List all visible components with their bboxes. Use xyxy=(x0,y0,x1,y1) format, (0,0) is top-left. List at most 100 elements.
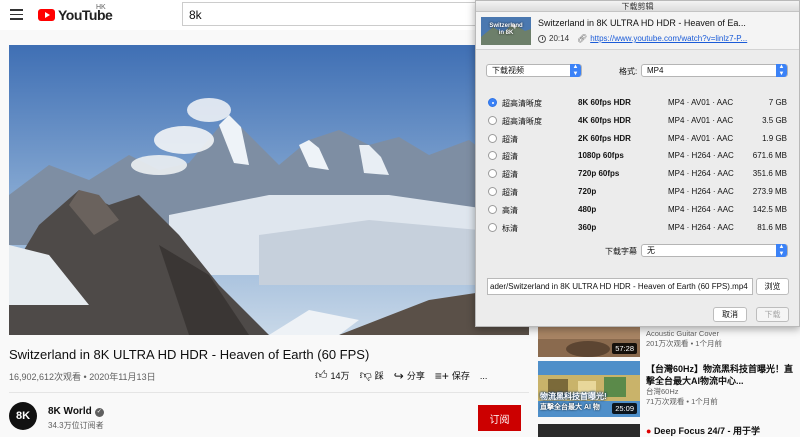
format-radio[interactable] xyxy=(488,133,497,143)
rec-title: ● Deep Focus 24/7 - 用于学 xyxy=(646,426,760,436)
subscribe-button[interactable]: 订阅 xyxy=(478,405,521,431)
search-input[interactable]: 8k xyxy=(182,2,482,26)
format-codec: MP4 · H264 · AAC xyxy=(668,187,734,196)
channel-avatar[interactable]: 8K xyxy=(9,402,37,430)
format-radio[interactable] xyxy=(488,151,497,161)
dialog-thumbnail-label: Switzerland in 8K xyxy=(489,23,523,36)
format-resolution: 4K 60fps HDR xyxy=(578,115,631,125)
more-actions-button[interactable]: ... xyxy=(480,371,488,381)
format-resolution: 8K 60fps HDR xyxy=(578,98,631,107)
format-codec: MP4 · H264 · AAC xyxy=(668,151,734,161)
format-codec: MP4 · AV01 · AAC xyxy=(668,115,734,125)
format-quality: 高清 xyxy=(502,205,518,215)
format-option-row[interactable]: 超清 1080p 60fps MP4 · H264 · AAC 671.6 MB xyxy=(488,147,793,165)
format-size: 142.5 MB xyxy=(752,204,787,214)
more-icon: ... xyxy=(479,370,488,381)
like-button[interactable]: 👍︎ 14万 xyxy=(315,368,350,383)
hamburger-menu-icon[interactable] xyxy=(10,9,23,20)
dialog-video-title: Switzerland in 8K ULTRA HD HDR - Heaven … xyxy=(538,18,746,28)
thumbs-up-icon: 👍︎ xyxy=(315,368,328,382)
video-frame-mountains xyxy=(9,45,529,335)
dialog-video-thumbnail: Switzerland in 8K xyxy=(481,17,531,45)
format-value: MP4 xyxy=(647,66,664,75)
format-quality: 超清 xyxy=(502,152,518,162)
rec-thumb-text: 物流黑科技首曝光! xyxy=(540,392,607,401)
rec-info: 【台灣60Hz】物流黑科技首曝光！直擊全台最大AI物流中心... 台灣60Hz … xyxy=(646,363,796,407)
rec-info: ● Deep Focus 24/7 - 用于学 xyxy=(646,425,796,437)
share-button[interactable]: ↪ 分享 xyxy=(394,369,425,383)
format-option-row[interactable]: 超清 2K 60fps HDR MP4 · AV01 · AAC 1.9 GB xyxy=(488,130,793,148)
select-arrows-icon: ▲ ▼ xyxy=(570,64,581,77)
format-option-row[interactable]: 超清 720p MP4 · H264 · AAC 273.9 MB xyxy=(488,183,793,201)
browse-button[interactable]: 浏览 xyxy=(756,278,789,295)
video-title: Switzerland in 8K ULTRA HD HDR - Heaven … xyxy=(9,347,370,362)
verified-check-icon: ✓ xyxy=(94,408,104,417)
subscriber-count: 34.3万位订阅者 xyxy=(48,421,104,430)
rec-thumb-text: 直擊全台最大 AI 物 xyxy=(540,404,600,411)
format-select[interactable]: MP4 ▲ ▼ xyxy=(641,64,788,77)
format-resolution: 1080p 60fps xyxy=(578,151,624,161)
format-radio[interactable] xyxy=(488,204,497,214)
save-label: 保存 xyxy=(451,371,470,381)
dialog-title: 下载剪辑 xyxy=(476,1,799,12)
download-mode-value: 下载视频 xyxy=(492,66,524,75)
format-size: 273.9 MB xyxy=(752,187,787,196)
recommendation-item[interactable]: 57:28 Acoustic Guitar Cover 201万次观看 • 1个… xyxy=(538,327,800,357)
format-quality: 超清 xyxy=(502,170,518,180)
video-player[interactable] xyxy=(9,45,529,335)
format-radio[interactable] xyxy=(488,115,497,125)
rec-duration: 25:09 xyxy=(612,403,637,414)
youtube-play-icon xyxy=(38,9,55,21)
subtitle-select[interactable]: 无 ▲ ▼ xyxy=(641,244,788,257)
format-option-row[interactable]: 超高清晰度 4K 60fps HDR MP4 · AV01 · AAC 3.5 GB xyxy=(488,112,793,130)
dislike-button[interactable]: 👎︎ 踩 xyxy=(360,368,384,383)
subtitle-label: 下载字幕 xyxy=(605,247,637,256)
link-icon: 🔗︎ xyxy=(577,34,588,43)
select-arrows-icon: ▲ ▼ xyxy=(776,64,787,77)
divider xyxy=(9,392,529,393)
select-arrows-icon: ▲ ▼ xyxy=(776,244,787,257)
format-radio[interactable] xyxy=(488,98,497,107)
format-radio[interactable] xyxy=(488,222,497,232)
format-option-row[interactable]: 超清 720p 60fps MP4 · H264 · AAC 351.6 MB xyxy=(488,165,793,183)
rec-channel: 台灣60Hz xyxy=(646,387,679,396)
rec-title: 【台灣60Hz】物流黑科技首曝光！直擊全台最大AI物流中心... xyxy=(646,364,794,386)
rec-thumbnail xyxy=(538,424,640,437)
dialog-video-header: Switzerland in 8K Switzerland in 8K ULTR… xyxy=(476,12,799,50)
thumbs-down-icon: 👎︎ xyxy=(359,368,372,382)
channel-name[interactable]: 8K World ✓ xyxy=(48,406,104,417)
format-option-row[interactable]: 超高清晰度 8K 60fps HDR MP4 · AV01 · AAC 7 GB xyxy=(488,94,793,112)
format-codec: MP4 · H264 · AAC xyxy=(668,169,734,179)
recommendation-item[interactable]: 物流黑科技首曝光! 直擊全台最大 AI 物 25:09 【台灣60Hz】物流黑科… xyxy=(538,361,800,419)
format-quality: 超清 xyxy=(502,134,518,144)
dialog-video-meta: 20:14 🔗︎ https://www.youtube.com/watch?v… xyxy=(538,34,747,43)
save-button[interactable]: ≡+ 保存 xyxy=(435,369,470,383)
format-option-row[interactable]: 标清 360p MP4 · H264 · AAC 81.6 MB xyxy=(488,219,793,237)
recommendation-item[interactable]: ● Deep Focus 24/7 - 用于学 xyxy=(538,424,800,437)
format-option-row[interactable]: 高清 480p MP4 · H264 · AAC 142.5 MB xyxy=(488,201,793,219)
download-button[interactable]: 下载 xyxy=(756,307,789,322)
rec-views: 201万次观看 • 1个月前 xyxy=(646,339,722,348)
rec-views: 71万次观看 • 1个月前 xyxy=(646,397,718,406)
cancel-button[interactable]: 取消 xyxy=(713,307,747,322)
dialog-video-url[interactable]: https://www.youtube.com/watch?v=linlz7-P… xyxy=(590,34,747,43)
format-codec: MP4 · AV01 · AAC xyxy=(668,98,734,107)
format-radio[interactable] xyxy=(488,187,497,196)
format-quality: 超高清晰度 xyxy=(502,116,542,126)
clock-icon xyxy=(538,34,546,43)
format-radio[interactable] xyxy=(488,169,497,179)
format-size: 1.9 GB xyxy=(762,133,787,143)
video-stats: 16,902,612次观看 • 2020年11月13日 xyxy=(9,372,156,382)
video-actions: 👍︎ 14万 👎︎ 踩 ↪ 分享 ≡+ 保存 ... xyxy=(315,368,497,383)
region-code: HK xyxy=(96,4,106,11)
format-quality: 标清 xyxy=(502,223,518,233)
format-size: 81.6 MB xyxy=(757,222,787,232)
save-path-field[interactable]: ader/Switzerland in 8K ULTRA HD HDR - He… xyxy=(487,278,753,295)
format-resolution: 720p xyxy=(578,187,597,196)
rec-duration: 57:28 xyxy=(612,343,637,354)
dialog-video-duration: 20:14 xyxy=(549,34,570,43)
format-size: 7 GB xyxy=(768,98,787,107)
format-codec: MP4 · AV01 · AAC xyxy=(668,133,734,143)
download-mode-select[interactable]: 下载视频 ▲ ▼ xyxy=(486,64,582,77)
format-codec: MP4 · H264 · AAC xyxy=(668,222,734,232)
